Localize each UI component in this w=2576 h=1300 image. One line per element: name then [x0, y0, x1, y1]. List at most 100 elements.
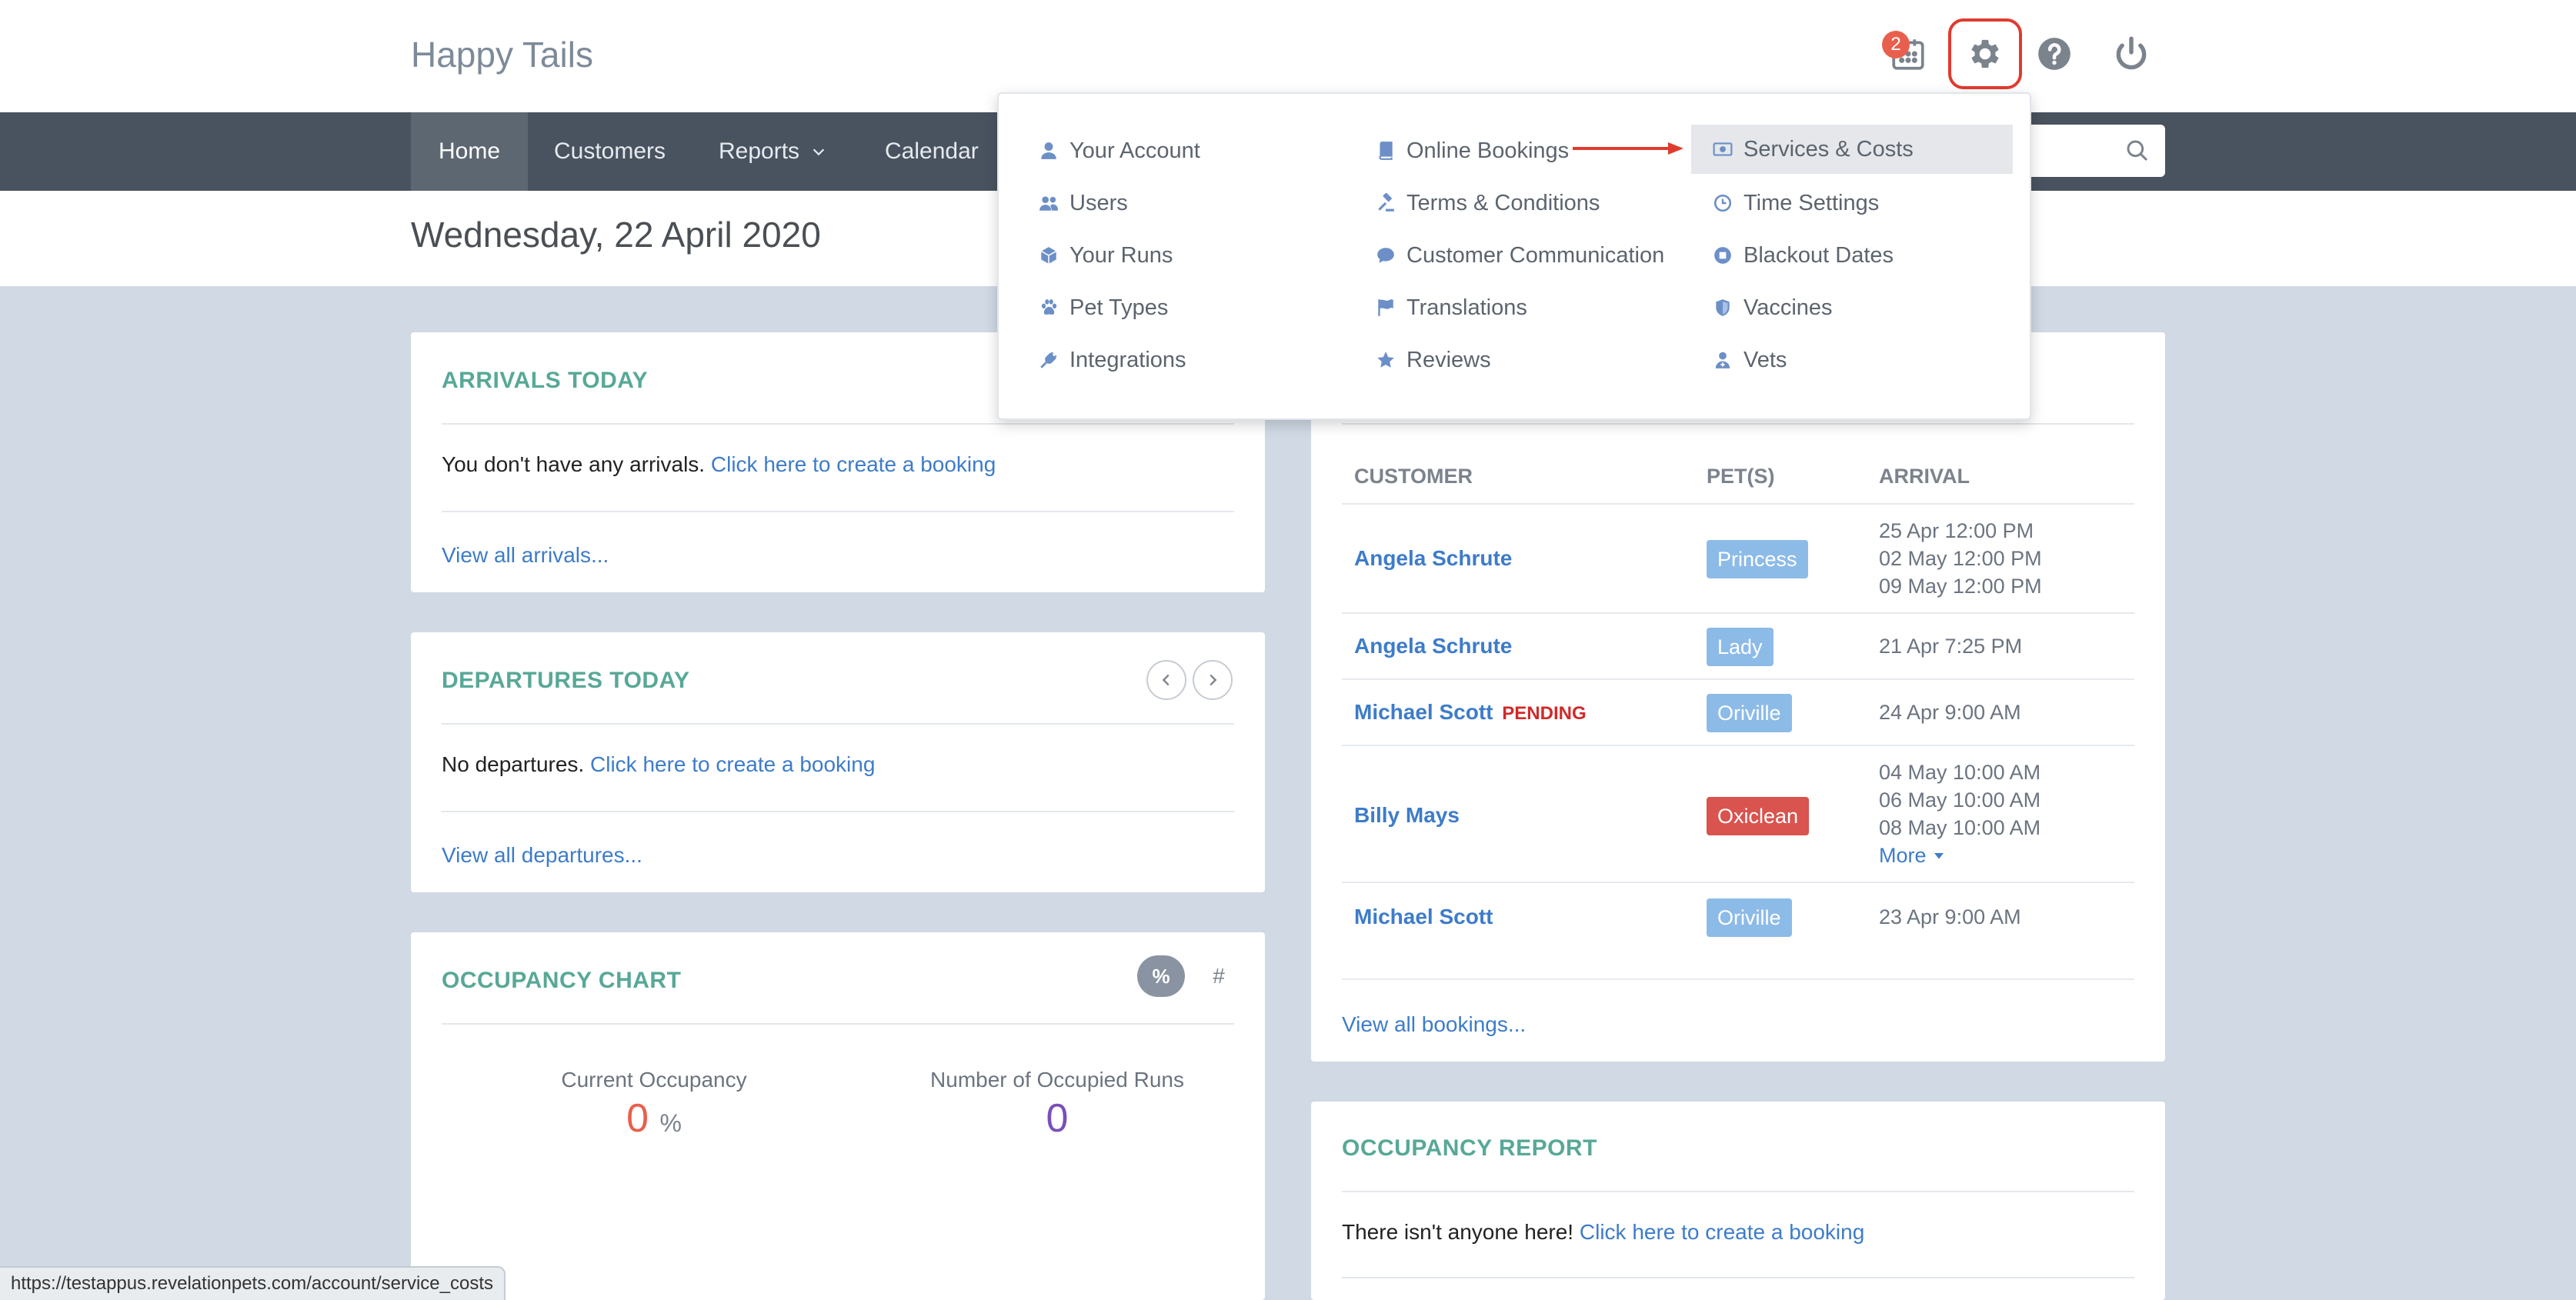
toggle-number-button[interactable]: # [1203, 955, 1234, 997]
menu-item-blackout-dates[interactable]: Blackout Dates [1713, 231, 1894, 280]
menu-item-label: Terms & Conditions [1406, 190, 1600, 215]
current-occupancy-number: 0 [626, 1096, 649, 1141]
arrival-time: 04 May 10:00 AM [1879, 761, 2041, 784]
divider [442, 723, 1234, 725]
settings-gear-button[interactable] [1948, 18, 2022, 89]
settings-dropdown-menu: Your Account Users Your Runs Pet Types I… [997, 92, 2031, 420]
pet-badge[interactable]: Oriville [1707, 694, 1792, 732]
money-icon [1713, 142, 1733, 156]
pending-status-badge: PENDING [1502, 703, 1587, 724]
menu-item-label: Time Settings [1743, 190, 1880, 215]
cube-icon [1040, 247, 1057, 264]
arrival-time: 08 May 10:00 AM [1879, 816, 2041, 839]
divider [1342, 423, 2134, 425]
create-booking-link[interactable]: Click here to create a booking [590, 752, 875, 776]
power-icon[interactable] [2101, 23, 2162, 85]
brand-name[interactable]: Happy Tails [411, 34, 593, 75]
more-arrivals-toggle[interactable]: More [1879, 842, 2040, 869]
menu-item-label: Customer Communication [1406, 242, 1665, 268]
menu-item-reviews[interactable]: Reviews [1376, 335, 1491, 385]
column-header-customer: CUSTOMER [1354, 465, 1473, 488]
arrival-time: 23 Apr 9:00 AM [1879, 905, 2021, 928]
occupancy-report-title: OCCUPANCY REPORT [1342, 1135, 1597, 1161]
divider [1342, 1191, 2134, 1192]
nav-customers[interactable]: Customers [526, 112, 693, 191]
occupied-runs-label: Number of Occupied Runs [930, 1068, 1184, 1092]
booking-customer-link[interactable]: Angela Schrute [1354, 546, 1512, 571]
booking-arrival-times: 21 Apr 7:25 PM [1879, 632, 2022, 660]
booking-arrival-times: 24 Apr 9:00 AM [1879, 698, 2021, 726]
menu-item-time-settings[interactable]: Time Settings [1713, 178, 1879, 228]
menu-item-label: Pet Types [1069, 295, 1169, 320]
booking-customer-link[interactable]: Michael Scott [1354, 905, 1493, 929]
view-all-bookings-link[interactable]: View all bookings... [1342, 1012, 1526, 1037]
divider [442, 511, 1234, 512]
menu-item-vets[interactable]: Vets [1713, 335, 1787, 385]
search-icon [2127, 140, 2148, 162]
current-occupancy-label: Current Occupancy [561, 1068, 747, 1092]
plug-icon [1040, 352, 1057, 368]
customer-name: Michael Scott [1354, 700, 1493, 724]
pet-badge[interactable]: Princess [1707, 540, 1808, 578]
chevron-left-icon [1162, 674, 1170, 686]
occupancy-chart-title: OCCUPANCY CHART [442, 968, 682, 993]
view-all-departures-link[interactable]: View all departures... [442, 843, 642, 868]
menu-item-your-account[interactable]: Your Account [1039, 126, 1200, 175]
shield-icon [1716, 299, 1730, 316]
help-icon[interactable] [2024, 23, 2085, 85]
paw-icon [1041, 299, 1057, 315]
booking-customer-link[interactable]: Michael Scott PENDING [1354, 700, 1587, 725]
menu-item-customer-communication[interactable]: Customer Communication [1376, 231, 1664, 280]
nav-home[interactable]: Home [411, 112, 529, 191]
page-title: Wednesday, 22 April 2020 [411, 215, 821, 255]
nav-calendar[interactable]: Calendar [857, 112, 1006, 191]
menu-item-services-costs[interactable]: Services & Costs [1691, 125, 2013, 174]
arrival-time: 06 May 10:00 AM [1879, 788, 2041, 812]
divider [1342, 978, 2134, 980]
pet-badge[interactable]: Lady [1707, 628, 1774, 666]
arrivals-empty-message: You don't have any arrivals. Click here … [442, 452, 996, 477]
arrival-time: 02 May 12:00 PM [1879, 547, 2042, 570]
view-all-arrivals-link[interactable]: View all arrivals... [442, 543, 609, 568]
user-icon [1041, 142, 1056, 159]
menu-item-terms-conditions[interactable]: Terms & Conditions [1376, 178, 1600, 228]
departures-title: DEPARTURES TODAY [442, 668, 690, 693]
arrival-time: 24 Apr 9:00 AM [1879, 701, 2021, 724]
chevron-down-icon [813, 148, 825, 156]
departures-empty-message: No departures. Click here to create a bo… [442, 752, 875, 777]
notification-badge[interactable]: 2 [1882, 31, 1910, 58]
departures-panel: DEPARTURES TODAY No departures. Click he… [411, 632, 1265, 892]
create-booking-link[interactable]: Click here to create a booking [1580, 1220, 1864, 1244]
menu-item-vaccines[interactable]: Vaccines [1713, 283, 1833, 332]
column-header-pets: PET(S) [1707, 465, 1775, 488]
menu-item-pet-types[interactable]: Pet Types [1039, 283, 1168, 332]
booking-customer-link[interactable]: Billy Mays [1354, 803, 1460, 828]
pet-badge[interactable]: Oriville [1707, 898, 1792, 937]
menu-item-online-bookings[interactable]: Online Bookings [1376, 126, 1569, 175]
menu-item-users[interactable]: Users [1039, 178, 1128, 228]
menu-item-integrations[interactable]: Integrations [1039, 335, 1186, 385]
next-day-button[interactable] [1193, 660, 1233, 700]
menu-item-label: Blackout Dates [1743, 242, 1894, 268]
occupancy-chart-panel: OCCUPANCY CHART % # Current Occupancy 0 … [411, 932, 1265, 1300]
create-booking-link[interactable]: Click here to create a booking [711, 452, 996, 476]
caret-down-icon [1934, 853, 1944, 859]
menu-item-label: Vets [1743, 347, 1787, 372]
arrival-time: 21 Apr 7:25 PM [1879, 635, 2023, 658]
menu-item-your-runs[interactable]: Your Runs [1039, 231, 1173, 280]
comment-icon [1377, 248, 1394, 263]
occupancy-report-panel: OCCUPANCY REPORT There isn't anyone here… [1311, 1102, 2165, 1300]
nav-reports[interactable]: Reports [691, 112, 855, 191]
occupancy-report-empty-message: There isn't anyone here! Click here to c… [1342, 1220, 1864, 1245]
pet-badge[interactable]: Oxiclean [1707, 797, 1810, 835]
divider [1342, 1277, 2134, 1278]
toggle-percent-button[interactable]: % [1137, 955, 1185, 997]
menu-item-translations[interactable]: Translations [1376, 283, 1527, 332]
arrivals-empty-text: You don't have any arrivals. [442, 452, 706, 476]
booking-arrival-times: 04 May 10:00 AM 06 May 10:00 AM 08 May 1… [1879, 758, 2040, 869]
prev-day-button[interactable] [1146, 660, 1186, 700]
arrival-time: 25 Apr 12:00 PM [1879, 519, 2034, 542]
divider [1342, 745, 2134, 746]
booking-customer-link[interactable]: Angela Schrute [1354, 634, 1512, 658]
menu-item-label: Your Runs [1069, 242, 1173, 268]
